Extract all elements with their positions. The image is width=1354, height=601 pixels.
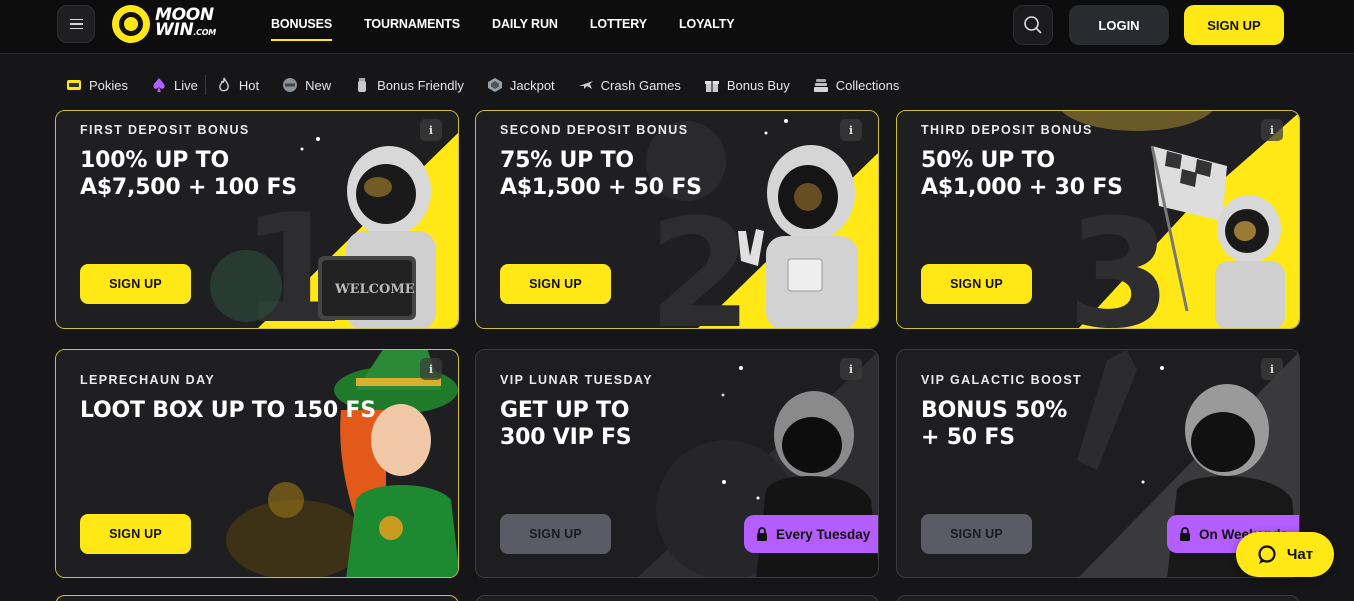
- potion-icon: [358, 78, 367, 92]
- signup-button[interactable]: SIGN UP: [921, 264, 1032, 304]
- bonus-title: 50% UP TO A$1,000 + 30 FS: [921, 148, 1123, 200]
- lock-icon: [757, 527, 767, 541]
- signup-button[interactable]: SIGN UP: [500, 264, 611, 304]
- signup-button[interactable]: SIGN UP: [500, 514, 611, 554]
- search-icon: [1024, 16, 1042, 34]
- bonus-title: 75% UP TO A$1,500 + 50 FS: [500, 148, 702, 200]
- info-icon[interactable]: i: [1261, 358, 1283, 380]
- category-bonus-friendly[interactable]: Bonus Friendly: [354, 77, 464, 93]
- moon-logo-icon: [112, 5, 150, 43]
- bonus-card-leprechaun-day[interactable]: i LEPRECHAUN DAY LOOT BOX UP TO 150 FS S…: [55, 349, 459, 578]
- category-pokies[interactable]: Pokies: [66, 77, 128, 93]
- nav-bonuses[interactable]: BONUSES: [271, 0, 333, 54]
- signup-button[interactable]: SIGN UP: [921, 514, 1032, 554]
- bonus-card-partial[interactable]: [475, 595, 879, 601]
- nav-lottery[interactable]: LOTTERY: [590, 0, 647, 54]
- header-signup-button[interactable]: SIGN UP: [1184, 5, 1284, 45]
- category-live[interactable]: Live: [151, 77, 198, 93]
- info-icon[interactable]: i: [840, 119, 862, 141]
- moonwin-logo[interactable]: MOON WIN.COM: [112, 5, 216, 43]
- info-icon[interactable]: i: [1261, 119, 1283, 141]
- search-button[interactable]: [1013, 5, 1053, 45]
- chat-bubble-icon: [1258, 544, 1276, 564]
- bonus-card-partial[interactable]: [896, 595, 1300, 601]
- bonus-tag: FIRST DEPOSIT BONUS: [80, 123, 250, 137]
- hamburger-menu-button[interactable]: [57, 5, 95, 43]
- login-button[interactable]: LOGIN: [1069, 5, 1169, 45]
- info-icon[interactable]: i: [420, 119, 442, 141]
- new-badge-icon: [283, 78, 298, 92]
- bonus-card-third-deposit[interactable]: 3 i THIRD DEPOSIT BONUS 50% UP TO A$1,000…: [896, 110, 1300, 329]
- bonus-card-partial[interactable]: [55, 595, 459, 601]
- info-icon[interactable]: i: [840, 358, 862, 380]
- lock-icon: [1180, 527, 1190, 541]
- top-header: MOON WIN.COM BONUSES TOURNAMENTS DAILY R…: [0, 0, 1354, 54]
- jackpot-gem-icon: [487, 78, 502, 92]
- bonus-title: GET UP TO 300 VIP FS: [500, 398, 632, 450]
- nav-tournaments[interactable]: TOURNAMENTS: [364, 0, 460, 54]
- category-collections[interactable]: Collections: [813, 77, 899, 93]
- category-new[interactable]: New: [282, 77, 331, 93]
- slot-machine-icon: [67, 80, 81, 90]
- nav-daily-run[interactable]: DAILY RUN: [492, 0, 558, 54]
- spade-icon: [153, 78, 165, 92]
- stack-icon: [813, 79, 828, 92]
- category-crash-games[interactable]: Crash Games: [578, 77, 681, 93]
- bonus-tag: THIRD DEPOSIT BONUS: [921, 123, 1093, 137]
- bonus-title: LOOT BOX UP TO 150 FS: [80, 398, 376, 423]
- signup-button[interactable]: SIGN UP: [80, 264, 191, 304]
- info-icon[interactable]: i: [420, 358, 442, 380]
- svg-text:WELCOME: WELCOME: [334, 282, 415, 297]
- bonus-card-second-deposit[interactable]: 2 i SECOND DEPOSIT BONUS 75% UP TO A$1,50…: [475, 110, 879, 329]
- bonus-card-vip-lunar-tuesday[interactable]: i VIP LUNAR TUESDAY GET UP TO 300 VIP FS …: [475, 349, 879, 578]
- main-nav: BONUSES TOURNAMENTS DAILY RUN LOTTERY LO…: [271, 0, 735, 54]
- bonus-title: 100% UP TO A$7,500 + 100 FS: [80, 148, 297, 200]
- flame-icon: [218, 77, 229, 92]
- category-jackpot[interactable]: Jackpot: [487, 77, 555, 93]
- category-divider: [204, 75, 206, 95]
- bonus-tag: SECOND DEPOSIT BONUS: [500, 123, 689, 137]
- bonus-title: BONUS 50% + 50 FS: [921, 398, 1068, 450]
- schedule-badge: Every Tuesday: [744, 515, 878, 553]
- bonus-tag: LEPRECHAUN DAY: [80, 373, 216, 387]
- category-bar: Pokies Live Hot New Bonus Friendly Jackp…: [66, 70, 922, 100]
- gift-icon: [704, 81, 719, 92]
- category-hot[interactable]: Hot: [216, 77, 259, 93]
- hamburger-icon: [69, 18, 83, 21]
- bonus-tag: VIP GALACTIC BOOST: [921, 373, 1083, 387]
- chat-button[interactable]: Чат: [1236, 532, 1334, 577]
- svg-text:3: 3: [1067, 188, 1171, 329]
- bonus-tag: VIP LUNAR TUESDAY: [500, 373, 653, 387]
- plane-icon: [578, 81, 593, 89]
- signup-button[interactable]: SIGN UP: [80, 514, 191, 554]
- nav-loyalty[interactable]: LOYALTY: [679, 0, 735, 54]
- bonus-card-first-deposit[interactable]: 1 WELCOME i FIRST DEPOSIT BONUS 100% UP …: [55, 110, 459, 329]
- category-bonus-buy[interactable]: Bonus Buy: [704, 77, 790, 93]
- svg-text:2: 2: [648, 188, 752, 329]
